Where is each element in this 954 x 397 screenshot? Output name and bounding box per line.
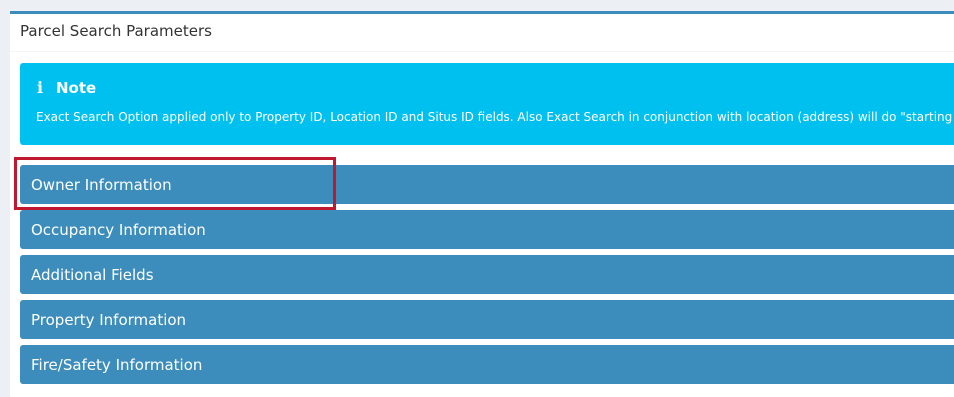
note-header: i Note [35,78,96,97]
section-additional-fields[interactable]: Additional Fields [20,255,954,294]
section-occupancy-information[interactable]: Occupancy Information [20,210,954,249]
panel-title: Parcel Search Parameters [10,14,954,52]
note-text: Exact Search Option applied only to Prop… [36,110,954,124]
note-title: Note [56,78,97,97]
parcel-search-panel: Parcel Search Parameters i Note Exact Se… [10,11,954,397]
info-icon: i [36,78,44,97]
section-owner-information[interactable]: Owner Information [20,165,954,204]
section-property-information[interactable]: Property Information [20,300,954,339]
section-fire-safety-information[interactable]: Fire/Safety Information [20,345,954,384]
note-callout: i Note Exact Search Option applied only … [20,63,954,145]
